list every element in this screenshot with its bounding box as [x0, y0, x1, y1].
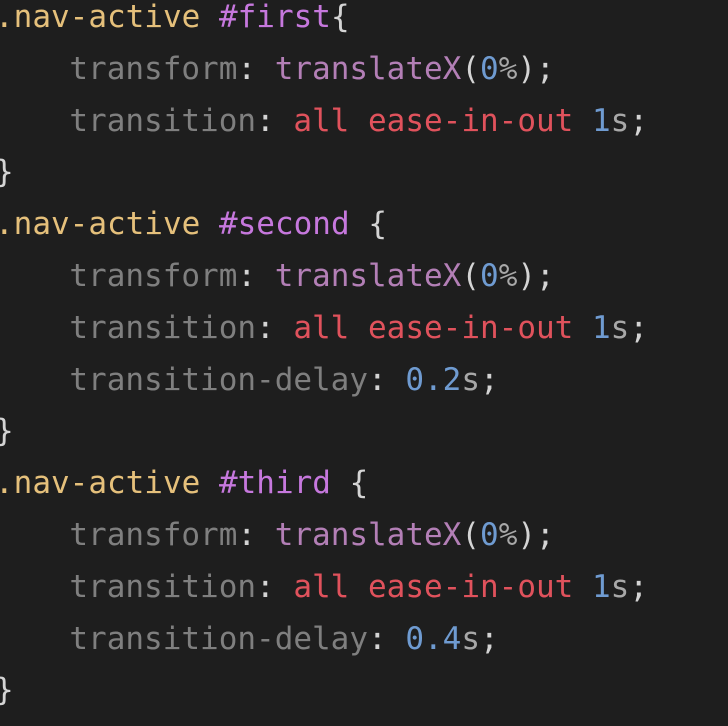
- keyword-value: all ease-in-out: [293, 102, 574, 139]
- unit: %: [498, 50, 518, 87]
- property-name: transition: [69, 309, 257, 346]
- function-name: translateX: [274, 257, 462, 294]
- close-brace: }: [0, 672, 14, 708]
- property-name: transform: [69, 50, 238, 87]
- keyword-value: all ease-in-out: [293, 309, 574, 346]
- function-name: translateX: [274, 50, 462, 87]
- code-line-7: transition: all ease-in-out 1s;: [69, 309, 649, 346]
- number-value: 1: [592, 309, 611, 346]
- function-name: translateX: [274, 516, 462, 553]
- number-value: 0: [480, 257, 499, 294]
- number-value: 1: [592, 102, 611, 139]
- unit: %: [498, 516, 518, 553]
- code-line-10: .nav-active #third {: [0, 458, 648, 510]
- property-name: transition-delay: [69, 620, 369, 657]
- code-line-9: }: [0, 406, 648, 458]
- code-line-11: transform: translateX(0%);: [69, 516, 555, 553]
- open-brace: {: [368, 206, 387, 243]
- code-line-8: transition-delay: 0.2s;: [69, 361, 499, 398]
- code-line-3: transition: all ease-in-out 1s;: [69, 102, 649, 139]
- number-value: 0.2: [405, 361, 462, 398]
- code-editor[interactable]: .nav-active #first{transform: translateX…: [0, 0, 728, 726]
- property-name: transform: [69, 257, 238, 294]
- property-name: transition-delay: [69, 361, 369, 398]
- code-line-1: .nav-active #first{: [0, 0, 648, 44]
- keyword-value: all ease-in-out: [293, 568, 574, 605]
- property-name: transform: [69, 516, 238, 553]
- id-selector: #second: [218, 206, 350, 243]
- code-block[interactable]: .nav-active #first{transform: translateX…: [0, 0, 648, 717]
- close-brace: }: [0, 154, 14, 190]
- unit: s: [610, 309, 630, 346]
- open-brace: {: [330, 0, 350, 35]
- unit: s: [610, 568, 630, 605]
- class-selector: .nav-active: [0, 0, 201, 35]
- property-name: transition: [69, 568, 257, 605]
- unit: %: [498, 257, 518, 294]
- number-value: 0.4: [405, 620, 462, 657]
- number-value: 0: [480, 50, 499, 87]
- id-selector: #first: [218, 0, 331, 35]
- unit: s: [461, 361, 481, 398]
- unit: s: [610, 102, 630, 139]
- code-line-13: transition-delay: 0.4s;: [69, 620, 499, 657]
- id-selector: #third: [218, 465, 331, 502]
- property-name: transition: [69, 102, 257, 139]
- number-value: 1: [592, 568, 611, 605]
- code-line-2: transform: translateX(0%);: [69, 50, 555, 87]
- code-line-14: }: [0, 665, 648, 717]
- code-line-4: }: [0, 147, 648, 199]
- open-brace: {: [349, 465, 369, 502]
- code-line-6: transform: translateX(0%);: [69, 257, 555, 294]
- class-selector: .nav-active: [0, 206, 201, 243]
- number-value: 0: [480, 516, 499, 553]
- code-line-5: .nav-active #second {: [0, 199, 648, 251]
- unit: s: [461, 620, 481, 657]
- close-brace: }: [0, 413, 14, 449]
- class-selector: .nav-active: [0, 465, 201, 502]
- code-line-12: transition: all ease-in-out 1s;: [69, 568, 649, 605]
